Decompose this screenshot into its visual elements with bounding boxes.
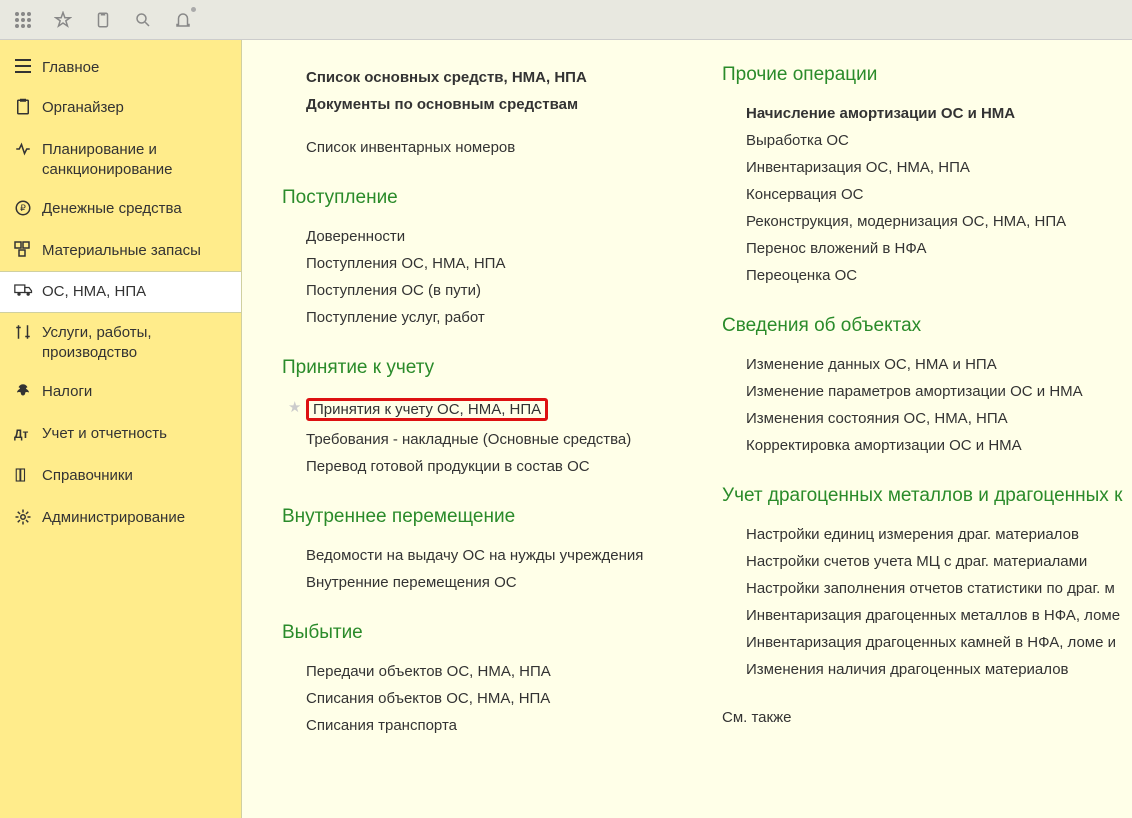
nav-link[interactable]: Инвентаризация ОС, НМА, НПА [722, 154, 1132, 181]
tools-icon [14, 323, 42, 345]
nav-link[interactable]: Доверенности [282, 223, 662, 250]
sidebar-item-references[interactable]: Справочники [0, 456, 241, 498]
section-precious-metals: Учет драгоценных металлов и драгоценных … [722, 485, 1132, 683]
nav-link[interactable]: Передачи объектов ОС, НМА, НПА [282, 658, 662, 685]
nav-link[interactable]: Изменение параметров амортизации ОС и НМ… [722, 378, 1132, 405]
sidebar-item-organizer[interactable]: Органайзер [0, 88, 241, 130]
plan-icon [14, 140, 42, 162]
sidebar-item-label: Материальные запасы [42, 241, 201, 261]
sidebar-item-taxes[interactable]: Налоги [0, 372, 241, 414]
section-title: Поступление [282, 187, 662, 209]
section-title: Прочие операции [722, 64, 1132, 86]
sidebar-item-label: Справочники [42, 466, 133, 486]
clipboard-icon[interactable] [86, 5, 120, 35]
content-column-left: Список основных средств, НМА, НПА Докуме… [282, 64, 662, 818]
section-title: Внутреннее перемещение [282, 506, 662, 528]
nav-link[interactable]: Корректировка амортизации ОС и НМА [722, 432, 1132, 459]
report-icon: Дт [14, 424, 42, 446]
nav-link[interactable]: Список основных средств, НМА, НПА [282, 64, 662, 91]
sidebar-item-label: Денежные средства [42, 199, 182, 219]
svg-text:₽: ₽ [20, 203, 26, 213]
nav-link[interactable]: Ведомости на выдачу ОС на нужды учрежден… [282, 542, 662, 569]
sidebar-item-materials[interactable]: Материальные запасы [0, 231, 241, 271]
sidebar-item-label: Услуги, работы, производство [42, 323, 231, 362]
nav-link[interactable]: Настройки заполнения отчетов статистики … [722, 575, 1132, 602]
top-toolbar [0, 0, 1132, 40]
star-icon[interactable] [46, 5, 80, 35]
nav-link[interactable]: Требования - накладные (Основные средств… [282, 426, 662, 453]
section-other-ops: Прочие операции Начисление амортизации О… [722, 64, 1132, 289]
nav-link[interactable]: Списания объектов ОС, НМА, НПА [282, 685, 662, 712]
apps-icon[interactable] [6, 5, 40, 35]
nav-link[interactable]: Настройки счетов учета МЦ с драг. матери… [722, 548, 1132, 575]
nav-link[interactable]: Настройки единиц измерения драг. материа… [722, 521, 1132, 548]
gear-icon [14, 508, 42, 530]
nav-link[interactable]: Изменение данных ОС, НМА и НПА [722, 351, 1132, 378]
nav-link[interactable]: Изменения наличия драгоценных материалов [722, 656, 1132, 683]
section-title: Выбытие [282, 622, 662, 644]
books-icon [14, 466, 42, 488]
sidebar-item-main[interactable]: Главное [0, 48, 241, 88]
clipboard-icon [14, 98, 42, 120]
nav-link[interactable]: Изменения состояния ОС, НМА, НПА [722, 405, 1132, 432]
nav-link[interactable]: Перенос вложений в НФА [722, 235, 1132, 262]
sidebar-item-label: Главное [42, 58, 99, 78]
truck-icon [14, 282, 42, 302]
svg-text:Дт: Дт [14, 427, 29, 441]
nav-link[interactable]: Перевод готовой продукции в состав ОС [282, 453, 662, 480]
nav-link[interactable]: Консервация ОС [722, 181, 1132, 208]
nav-link[interactable]: Внутренние перемещения ОС [282, 569, 662, 596]
nav-link[interactable]: Поступления ОС, НМА, НПА [282, 250, 662, 277]
nav-link[interactable]: Поступления ОС (в пути) [282, 277, 662, 304]
menu-icon [14, 58, 42, 78]
section-title: Принятие к учету [282, 357, 662, 379]
nav-link[interactable]: Инвентаризация драгоценных камней в НФА,… [722, 629, 1132, 656]
boxes-icon [14, 241, 42, 261]
sidebar-item-money[interactable]: ₽ Денежные средства [0, 189, 241, 231]
section-internal-move: Внутреннее перемещение Ведомости на выда… [282, 506, 662, 596]
sidebar-item-services[interactable]: Услуги, работы, производство [0, 313, 241, 372]
sidebar-item-planning[interactable]: Планирование и санкционирование [0, 130, 241, 189]
star-icon: ★ [288, 398, 301, 416]
nav-link[interactable]: Начисление амортизации ОС и НМА [722, 100, 1132, 127]
sidebar-nav: Главное Органайзер Планирование и санкци… [0, 40, 242, 818]
nav-link[interactable]: Реконструкция, модернизация ОС, НМА, НПА [722, 208, 1132, 235]
ruble-icon: ₽ [14, 199, 42, 221]
section-receipt: Поступление Доверенности Поступления ОС,… [282, 187, 662, 331]
nav-link[interactable]: Список инвентарных номеров [282, 134, 662, 161]
sidebar-item-label: Планирование и санкционирование [42, 140, 231, 179]
section-object-info: Сведения об объектах Изменение данных ОС… [722, 315, 1132, 459]
section-title: Учет драгоценных металлов и драгоценных … [722, 485, 1132, 507]
sidebar-item-assets[interactable]: ОС, НМА, НПА [0, 271, 241, 313]
nav-link[interactable]: Переоценка ОС [722, 262, 1132, 289]
top-links: Список основных средств, НМА, НПА Докуме… [282, 64, 662, 161]
nav-link[interactable]: Выработка ОС [722, 127, 1132, 154]
sidebar-item-accounting[interactable]: Дт Учет и отчетность [0, 414, 241, 456]
nav-link[interactable]: Документы по основным средствам [282, 91, 662, 118]
section-title: Сведения об объектах [722, 315, 1132, 337]
sidebar-item-admin[interactable]: Администрирование [0, 498, 241, 540]
section-disposal: Выбытие Передачи объектов ОС, НМА, НПА С… [282, 622, 662, 739]
bell-icon[interactable] [166, 5, 200, 35]
sidebar-item-label: Учет и отчетность [42, 424, 167, 444]
nav-link[interactable]: Инвентаризация драгоценных металлов в НФ… [722, 602, 1132, 629]
sidebar-item-label: Администрирование [42, 508, 185, 528]
nav-link[interactable]: Поступление услуг, работ [282, 304, 662, 331]
content-area: Список основных средств, НМА, НПА Докуме… [242, 40, 1132, 818]
sidebar-item-label: Налоги [42, 382, 92, 402]
nav-link[interactable]: Списания транспорта [282, 712, 662, 739]
sidebar-item-label: Органайзер [42, 98, 124, 118]
section-acceptance: Принятие к учету ★ Принятия к учету ОС, … [282, 357, 662, 480]
content-column-right: Прочие операции Начисление амортизации О… [722, 64, 1132, 818]
see-also-label: См. также [722, 709, 1132, 726]
highlight-box: Принятия к учету ОС, НМА, НПА [306, 398, 548, 421]
sidebar-item-label: ОС, НМА, НПА [42, 282, 146, 302]
eagle-icon [14, 382, 42, 404]
search-icon[interactable] [126, 5, 160, 35]
nav-link-highlighted[interactable]: ★ Принятия к учету ОС, НМА, НПА [282, 393, 662, 426]
